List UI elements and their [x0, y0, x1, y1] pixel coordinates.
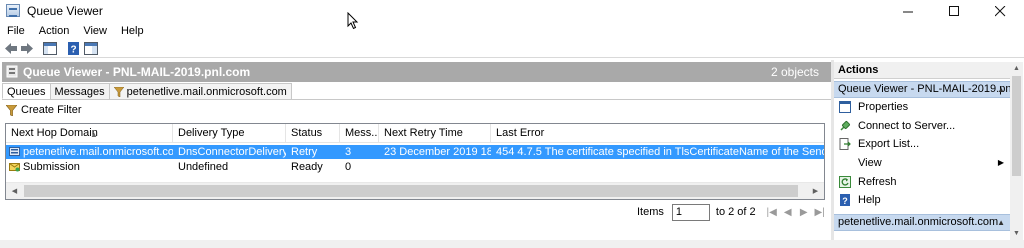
scroll-up-icon[interactable]: ▲ [1010, 62, 1023, 75]
menu-help[interactable]: Help [114, 23, 151, 39]
title-bar: Queue Viewer [0, 0, 1024, 22]
window-bottom-edge [0, 240, 1024, 248]
action-pane-icon[interactable] [84, 42, 98, 55]
cell-next-hop-domain: Submission [6, 160, 173, 174]
tab-label: petenetlive.mail.onmicrosoft.com [126, 86, 287, 98]
page-title: Queue Viewer - PNL-MAIL-2019.pnl.com [23, 65, 251, 79]
mouse-cursor-icon [347, 12, 359, 30]
page-input[interactable] [671, 203, 710, 221]
actions-section-queue-viewer[interactable]: Queue Viewer - PNL-MAIL-2019.pnl... ▲ [834, 81, 1010, 98]
cell-next-retry-time: 23 December 2019 18:25:... [384, 146, 491, 158]
tab-label: Queues [7, 85, 46, 98]
cell-next-hop-domain: petenetlive.mail.onmicrosoft.com [6, 145, 173, 159]
cell-next-retry-time [379, 160, 491, 174]
pager-label: Items [637, 206, 664, 218]
sort-ascending-icon: ▲ [90, 130, 98, 139]
cell-delivery-type: Undefined [178, 161, 229, 173]
create-filter-button[interactable]: Create Filter [6, 104, 82, 116]
collapse-icon[interactable]: ▲ [997, 215, 1005, 230]
maximize-icon [948, 5, 959, 16]
scroll-right-icon[interactable]: ▶ [807, 183, 824, 199]
tab-filter-domain[interactable]: petenetlive.mail.onmicrosoft.com [108, 83, 292, 99]
submission-icon [9, 163, 20, 172]
cell-delivery-type: DnsConnectorDelivery [178, 146, 286, 158]
actions-vertical-scrollbar[interactable]: ▲ ▼ [1010, 62, 1023, 240]
first-page-icon[interactable]: |◀ [764, 207, 780, 218]
col-next-hop-domain[interactable]: Next Hop Domain ▲ [6, 124, 173, 143]
col-next-retry-time[interactable]: Next Retry Time [379, 124, 491, 143]
actions-pane: Actions Queue Viewer - PNL-MAIL-2019.pnl… [834, 62, 1010, 240]
horizontal-scrollbar[interactable]: ◀ ▶ [6, 182, 824, 199]
tab-divider [2, 99, 831, 100]
queue-icon [9, 147, 20, 156]
menu-bar: File Action View Help [0, 23, 151, 39]
close-button[interactable] [977, 0, 1023, 22]
action-connect-to-server[interactable]: Connect to Server... [834, 117, 1010, 135]
action-export-list[interactable]: Export List... [834, 135, 1010, 153]
help-icon[interactable]: ? [67, 42, 81, 55]
action-refresh[interactable]: Refresh [834, 173, 1010, 191]
cell-message-count: 3 [345, 146, 352, 158]
collapse-icon[interactable]: ▲ [997, 82, 1005, 97]
filter-icon [113, 87, 124, 97]
scroll-left-icon[interactable]: ◀ [6, 183, 23, 199]
scroll-down-icon[interactable]: ▼ [1010, 227, 1023, 240]
object-count: 2 objects [770, 65, 819, 79]
connect-icon [840, 121, 850, 131]
console-tree-icon[interactable] [43, 42, 57, 55]
next-page-icon[interactable]: ▶ [796, 207, 812, 218]
tab-messages[interactable]: Messages [49, 83, 110, 99]
queue-viewer-icon [6, 65, 18, 78]
help-icon: ? [840, 194, 850, 206]
export-icon [839, 138, 851, 150]
menu-file[interactable]: File [0, 23, 32, 39]
tab-queues[interactable]: Queues [2, 83, 51, 99]
forward-icon[interactable] [20, 42, 34, 55]
create-filter-label: Create Filter [21, 104, 82, 116]
tab-strip: Queues Messages petenetlive.mail.onmicro… [2, 83, 292, 99]
cell-message-count: 0 [345, 161, 352, 173]
maximize-button[interactable] [931, 0, 977, 22]
col-delivery-type[interactable]: Delivery Type [173, 124, 286, 143]
scroll-thumb[interactable] [1012, 76, 1021, 176]
svg-text:?: ? [71, 45, 77, 56]
toolbar: ? [0, 40, 1024, 58]
minimize-icon [902, 11, 913, 12]
minimize-button[interactable] [885, 0, 931, 22]
col-status[interactable]: Status [286, 124, 340, 143]
action-properties[interactable]: Properties [834, 98, 1010, 116]
pager: Items to 2 of 2 |◀ ◀ ▶ ▶| [637, 203, 828, 221]
filter-icon [6, 104, 17, 116]
cell-last-error [491, 160, 824, 174]
prev-page-icon[interactable]: ◀ [780, 207, 796, 218]
last-page-icon[interactable]: ▶| [812, 207, 828, 218]
action-help[interactable]: ? Help [834, 191, 1010, 209]
col-last-error[interactable]: Last Error [491, 124, 824, 143]
refresh-icon [839, 176, 851, 188]
actions-section-domain[interactable]: petenetlive.mail.onmicrosoft.com ▲ [834, 214, 1010, 231]
svg-text:?: ? [842, 196, 848, 206]
menu-view[interactable]: View [76, 23, 114, 39]
cell-last-error: 454 4.7.5 The certificate specified in T… [496, 146, 824, 158]
submenu-arrow-icon: ▶ [997, 158, 1004, 167]
table-row[interactable]: Submission Undefined Ready 0 [6, 160, 824, 174]
menu-action[interactable]: Action [32, 23, 77, 39]
tab-label: Messages [54, 86, 105, 98]
back-icon[interactable] [4, 42, 18, 55]
cell-status: Retry [291, 146, 318, 158]
cell-status: Ready [291, 161, 323, 173]
grid-header: Next Hop Domain ▲ Delivery Type Status Me… [6, 124, 824, 143]
app-icon [6, 4, 20, 17]
action-view[interactable]: View ▶ [834, 154, 1010, 172]
properties-icon [839, 101, 851, 113]
table-row[interactable]: petenetlive.mail.onmicrosoft.com DnsConn… [6, 145, 824, 159]
col-message-count[interactable]: Mess... [340, 124, 379, 143]
queue-list[interactable]: Next Hop Domain ▲ Delivery Type Status Me… [5, 123, 825, 200]
close-icon [994, 5, 1005, 16]
actions-title: Actions [834, 62, 1010, 79]
result-pane-header: Queue Viewer - PNL-MAIL-2019.pnl.com 2 o… [2, 62, 831, 82]
window-title: Queue Viewer [27, 4, 103, 18]
pager-range: to 2 of 2 [715, 206, 756, 218]
scroll-thumb[interactable] [24, 185, 798, 197]
